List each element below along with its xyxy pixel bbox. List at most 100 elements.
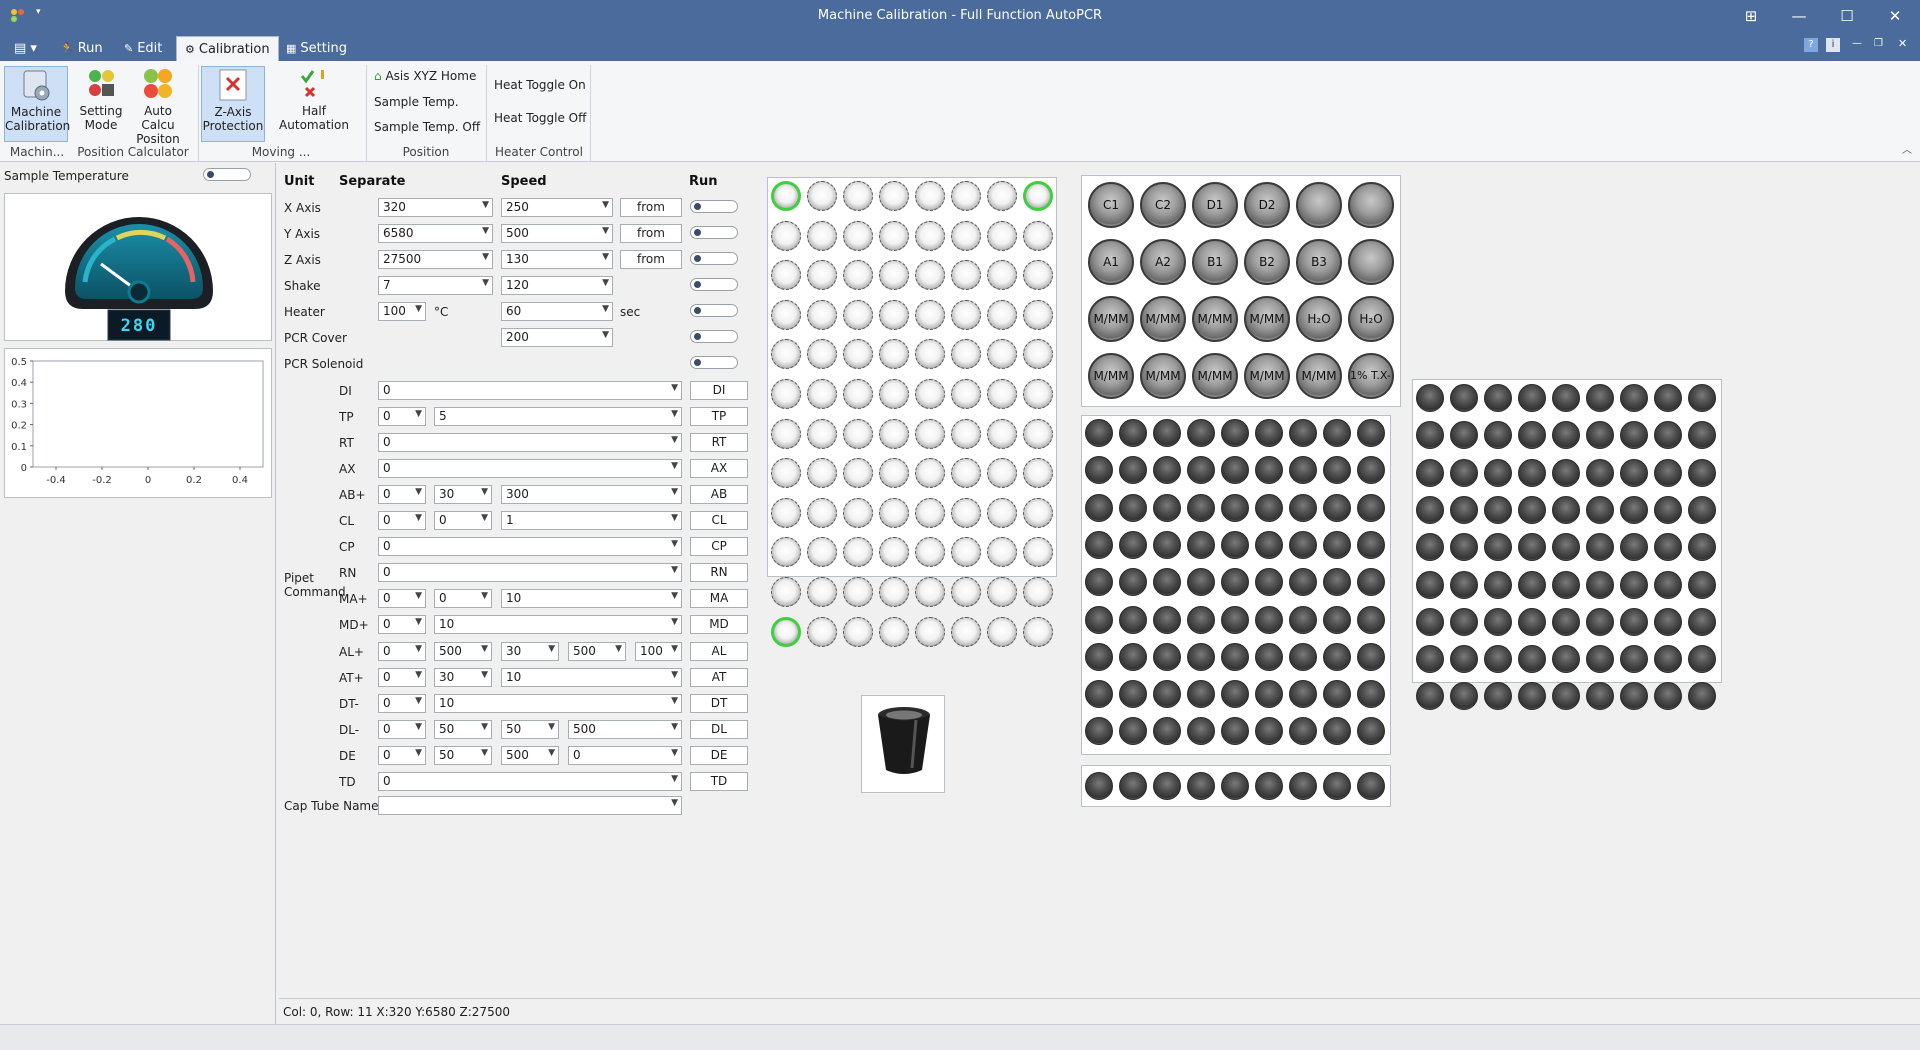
tip-well[interactable] <box>1289 530 1317 559</box>
asis-xyz-home-button[interactable]: ⌂ Asis XYZ Home <box>374 69 476 83</box>
tip-well[interactable] <box>1620 570 1648 599</box>
sample-well[interactable] <box>807 418 837 449</box>
pcr-cover-speed-select[interactable]: 200 ▼ <box>501 328 613 347</box>
z-axis-separate-select[interactable]: 27500 ▼ <box>378 250 493 269</box>
tip-well[interactable] <box>1450 495 1478 524</box>
sample-well[interactable] <box>987 616 1017 647</box>
sample-well[interactable] <box>843 577 873 607</box>
sample-well[interactable] <box>879 418 909 449</box>
command-de-field[interactable]: 500 ▼ <box>501 746 559 765</box>
z-axis-speed-select[interactable]: 130 ▼ <box>501 250 613 269</box>
sample-well[interactable] <box>1023 339 1053 370</box>
tip-well[interactable] <box>1323 530 1351 559</box>
sample-well[interactable] <box>987 220 1017 251</box>
sample-well[interactable] <box>807 181 837 211</box>
info-icon[interactable]: i <box>1826 38 1840 52</box>
tip-well[interactable] <box>1323 568 1351 597</box>
tip-well[interactable] <box>1654 607 1682 636</box>
sample-well[interactable] <box>915 299 945 330</box>
sample-well[interactable] <box>771 181 801 211</box>
tip-well[interactable] <box>1153 680 1181 709</box>
tip-well[interactable] <box>1085 642 1113 671</box>
tip-well[interactable] <box>1255 717 1283 746</box>
tip-well[interactable] <box>1289 456 1317 485</box>
sample-well[interactable] <box>987 537 1017 568</box>
tip-well[interactable] <box>1416 607 1444 636</box>
tip-well[interactable] <box>1255 605 1283 634</box>
sample-well[interactable] <box>807 260 837 291</box>
reagent-tube[interactable]: B1 <box>1192 239 1238 285</box>
tip-well[interactable] <box>1620 645 1648 674</box>
reagent-tube[interactable]: H₂O <box>1348 296 1394 342</box>
minimize-button[interactable]: — <box>1782 4 1816 28</box>
waste-bin[interactable] <box>861 695 945 793</box>
sample-well[interactable] <box>987 260 1017 291</box>
sample-well[interactable] <box>843 181 873 211</box>
sample-well[interactable] <box>843 537 873 568</box>
command-td-button[interactable]: TD <box>690 772 748 791</box>
tip-well[interactable] <box>1357 530 1385 559</box>
sample-well[interactable] <box>771 616 801 647</box>
tip-well[interactable] <box>1221 456 1249 485</box>
tip-well[interactable] <box>1187 717 1215 746</box>
sample-well[interactable] <box>1023 497 1053 528</box>
tip-well[interactable] <box>1153 605 1181 634</box>
reagent-tube[interactable]: M/MM <box>1192 296 1238 342</box>
tip-well[interactable] <box>1688 421 1716 450</box>
sample-well[interactable] <box>807 616 837 647</box>
sample-well[interactable] <box>843 616 873 647</box>
sample-well[interactable] <box>807 339 837 370</box>
tip-well[interactable] <box>1255 680 1283 709</box>
command-de-field[interactable]: 0 ▼ <box>568 746 682 765</box>
mdi-restore-icon[interactable]: ❐ <box>1874 38 1883 49</box>
tip-well[interactable] <box>1586 570 1614 599</box>
sample-well[interactable] <box>843 220 873 251</box>
tip-well[interactable] <box>1586 682 1614 711</box>
help-icon[interactable]: ? <box>1804 38 1818 52</box>
tip-well[interactable] <box>1654 421 1682 450</box>
sample-well[interactable] <box>771 458 801 489</box>
tip-well[interactable] <box>1586 384 1614 412</box>
auto-calcu-button[interactable]: Auto Calcu Positon <box>128 66 188 146</box>
tip-well[interactable] <box>1153 493 1181 522</box>
sample-well[interactable] <box>951 616 981 647</box>
command-rn-button[interactable]: RN <box>690 563 748 582</box>
command-dt-field[interactable]: 10 ▼ <box>434 694 682 713</box>
heat-toggle-on-button[interactable]: Heat Toggle On <box>494 78 586 92</box>
tip-well[interactable] <box>1221 605 1249 634</box>
command-ma-field[interactable]: 10 ▼ <box>501 589 682 608</box>
sample-well[interactable] <box>771 537 801 568</box>
reagent-tube[interactable]: M/MM <box>1088 353 1134 399</box>
tip-well[interactable] <box>1484 533 1512 562</box>
sample-well[interactable] <box>879 339 909 370</box>
sample-well[interactable] <box>771 497 801 528</box>
pcr-solenoid-run-toggle[interactable] <box>690 356 738 369</box>
mdi-close-icon[interactable]: ✕ <box>1898 37 1907 50</box>
close-button[interactable]: ✕ <box>1878 4 1912 28</box>
tip-well[interactable] <box>1085 717 1113 746</box>
sample-well[interactable] <box>771 299 801 330</box>
sample-well[interactable] <box>879 299 909 330</box>
command-cl-field[interactable]: 1 ▼ <box>501 511 682 530</box>
tip-well[interactable] <box>1153 772 1181 800</box>
sample-well[interactable] <box>987 458 1017 489</box>
sample-well[interactable] <box>843 418 873 449</box>
tip-well[interactable] <box>1620 533 1648 562</box>
tip-well[interactable] <box>1518 570 1546 599</box>
command-dt-field[interactable]: 0 ▼ <box>378 694 426 713</box>
reagent-tube[interactable] <box>1348 239 1394 285</box>
sample-well[interactable] <box>1023 299 1053 330</box>
sample-well[interactable] <box>1023 537 1053 568</box>
sample-well[interactable] <box>771 339 801 370</box>
sample-well[interactable] <box>879 537 909 568</box>
sample-well[interactable] <box>987 339 1017 370</box>
tip-well[interactable] <box>1450 645 1478 674</box>
shake-separate-select[interactable]: 7 ▼ <box>378 276 493 295</box>
tip-well[interactable] <box>1255 568 1283 597</box>
command-at-field[interactable]: 10 ▼ <box>501 668 682 687</box>
tip-well[interactable] <box>1484 682 1512 711</box>
mdi-minimize-icon[interactable]: — <box>1852 38 1862 49</box>
sample-well[interactable] <box>807 220 837 251</box>
y-axis-separate-select[interactable]: 6580 ▼ <box>378 224 493 243</box>
tip-well[interactable] <box>1552 570 1580 599</box>
